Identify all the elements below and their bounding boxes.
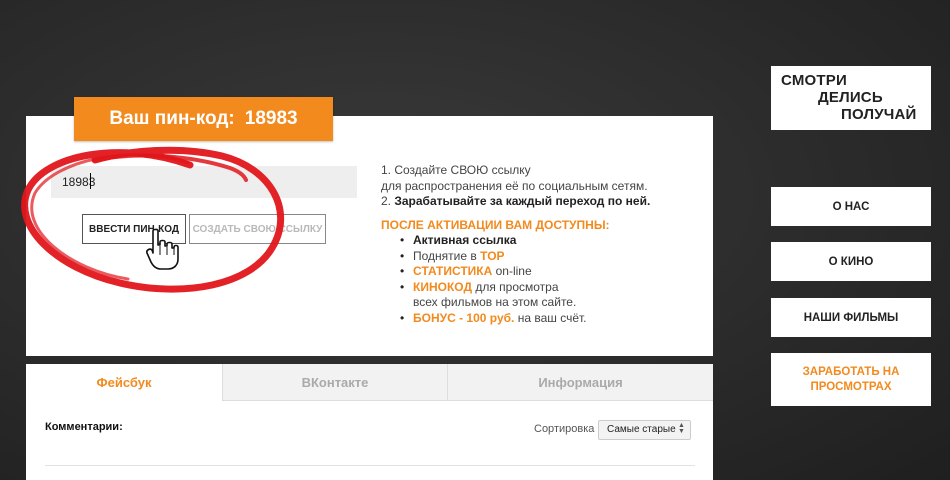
benefit-bonus-suffix: на ваш счёт.: [514, 310, 587, 325]
benefit-top: Поднятие в TOP: [400, 249, 701, 265]
nav-about[interactable]: О НАС: [771, 187, 931, 226]
pin-input[interactable]: [51, 166, 357, 198]
step2: 2. Зарабатывайте за каждый переход по не…: [381, 194, 701, 210]
nav-earn-line-1: ЗАРАБОТАТЬ НА: [802, 365, 900, 378]
benefit-bonus-word: БОНУС - 100 руб.: [413, 310, 515, 325]
nav-earn-line-2: ПРОСМОТРАХ: [810, 380, 892, 393]
benefit-stats-suffix: on-line: [492, 264, 532, 278]
benefit-stats: СТАТИСТИКА on-line: [400, 264, 701, 280]
benefit-kinocode-line1: для просмотра: [472, 279, 559, 294]
benefit-kinocode-word: КИНОКОД: [413, 279, 472, 294]
benefit-stats-word: СТАТИСТИКА: [413, 264, 493, 278]
sort-arrows-icon: ▲ ▼: [678, 422, 685, 435]
step1-line2: для распространения её по социальным сет…: [381, 178, 648, 193]
benefit-active-link-text: Активная ссылка: [413, 233, 517, 247]
comments-divider: [45, 465, 695, 466]
benefit-kinocode-line2: всех фильмов на этом сайте.: [413, 295, 577, 309]
step1-line1: 1. Создайте СВОЮ ссылку: [381, 163, 531, 177]
benefits-list: Активная ссылка Поднятие в TOP СТАТИСТИК…: [400, 233, 701, 326]
sort-label: Сортировка: [534, 423, 595, 435]
pin-code-label: Ваш пин-код:: [109, 108, 235, 129]
step2-bold: Зарабатывайте за каждый переход по ней.: [394, 194, 651, 208]
nav-cinema[interactable]: О КИНО: [771, 242, 931, 281]
benefit-active-link: Активная ссылка: [400, 233, 701, 249]
enter-pin-button[interactable]: ВВЕСТИ ПИН-КОД: [82, 214, 186, 244]
benefit-bonus: БОНУС - 100 руб. на ваш счёт.: [400, 311, 701, 327]
create-link-button[interactable]: СОЗДАТЬ СВОЮ ССЫЛКУ: [189, 214, 326, 244]
tab-information[interactable]: Информация: [447, 364, 713, 401]
comments-label: Комментарии:: [45, 421, 123, 433]
comments-tabs: Фейсбук ВКонтакте Информация: [26, 364, 713, 401]
nav-earn-on-views[interactable]: ЗАРАБОТАТЬ НА ПРОСМОТРАХ: [771, 353, 931, 406]
logo-line-2: ДЕЛИСЬ: [818, 89, 883, 106]
benefit-top-prefix: Поднятие в: [413, 248, 481, 263]
nav-our-films[interactable]: НАШИ ФИЛЬМЫ: [771, 298, 931, 337]
step2-prefix: 2.: [381, 194, 395, 208]
pin-code-badge: Ваш пин-код: 18983: [74, 97, 333, 141]
benefit-top-word: TOP: [480, 248, 505, 263]
after-activation-header: ПОСЛЕ АКТИВАЦИИ ВАМ ДОСТУПНЫ:: [381, 217, 610, 232]
instructions-block: 1. Создайте СВОЮ ссылку для распростране…: [381, 163, 701, 326]
benefit-kinocode: КИНОКОД для просмотравсех фильмов на это…: [400, 280, 701, 311]
logo-line-3: ПОЛУЧАЙ: [841, 106, 917, 123]
text-caret: [90, 173, 91, 189]
tab-vkontakte[interactable]: ВКонтакте: [222, 364, 447, 401]
tab-facebook[interactable]: Фейсбук: [26, 364, 222, 401]
logo-line-1: СМОТРИ: [781, 72, 847, 89]
pin-code-value: 18983: [244, 108, 298, 129]
site-logo[interactable]: СМОТРИ ДЕЛИСЬ ПОЛУЧАЙ: [771, 66, 931, 130]
